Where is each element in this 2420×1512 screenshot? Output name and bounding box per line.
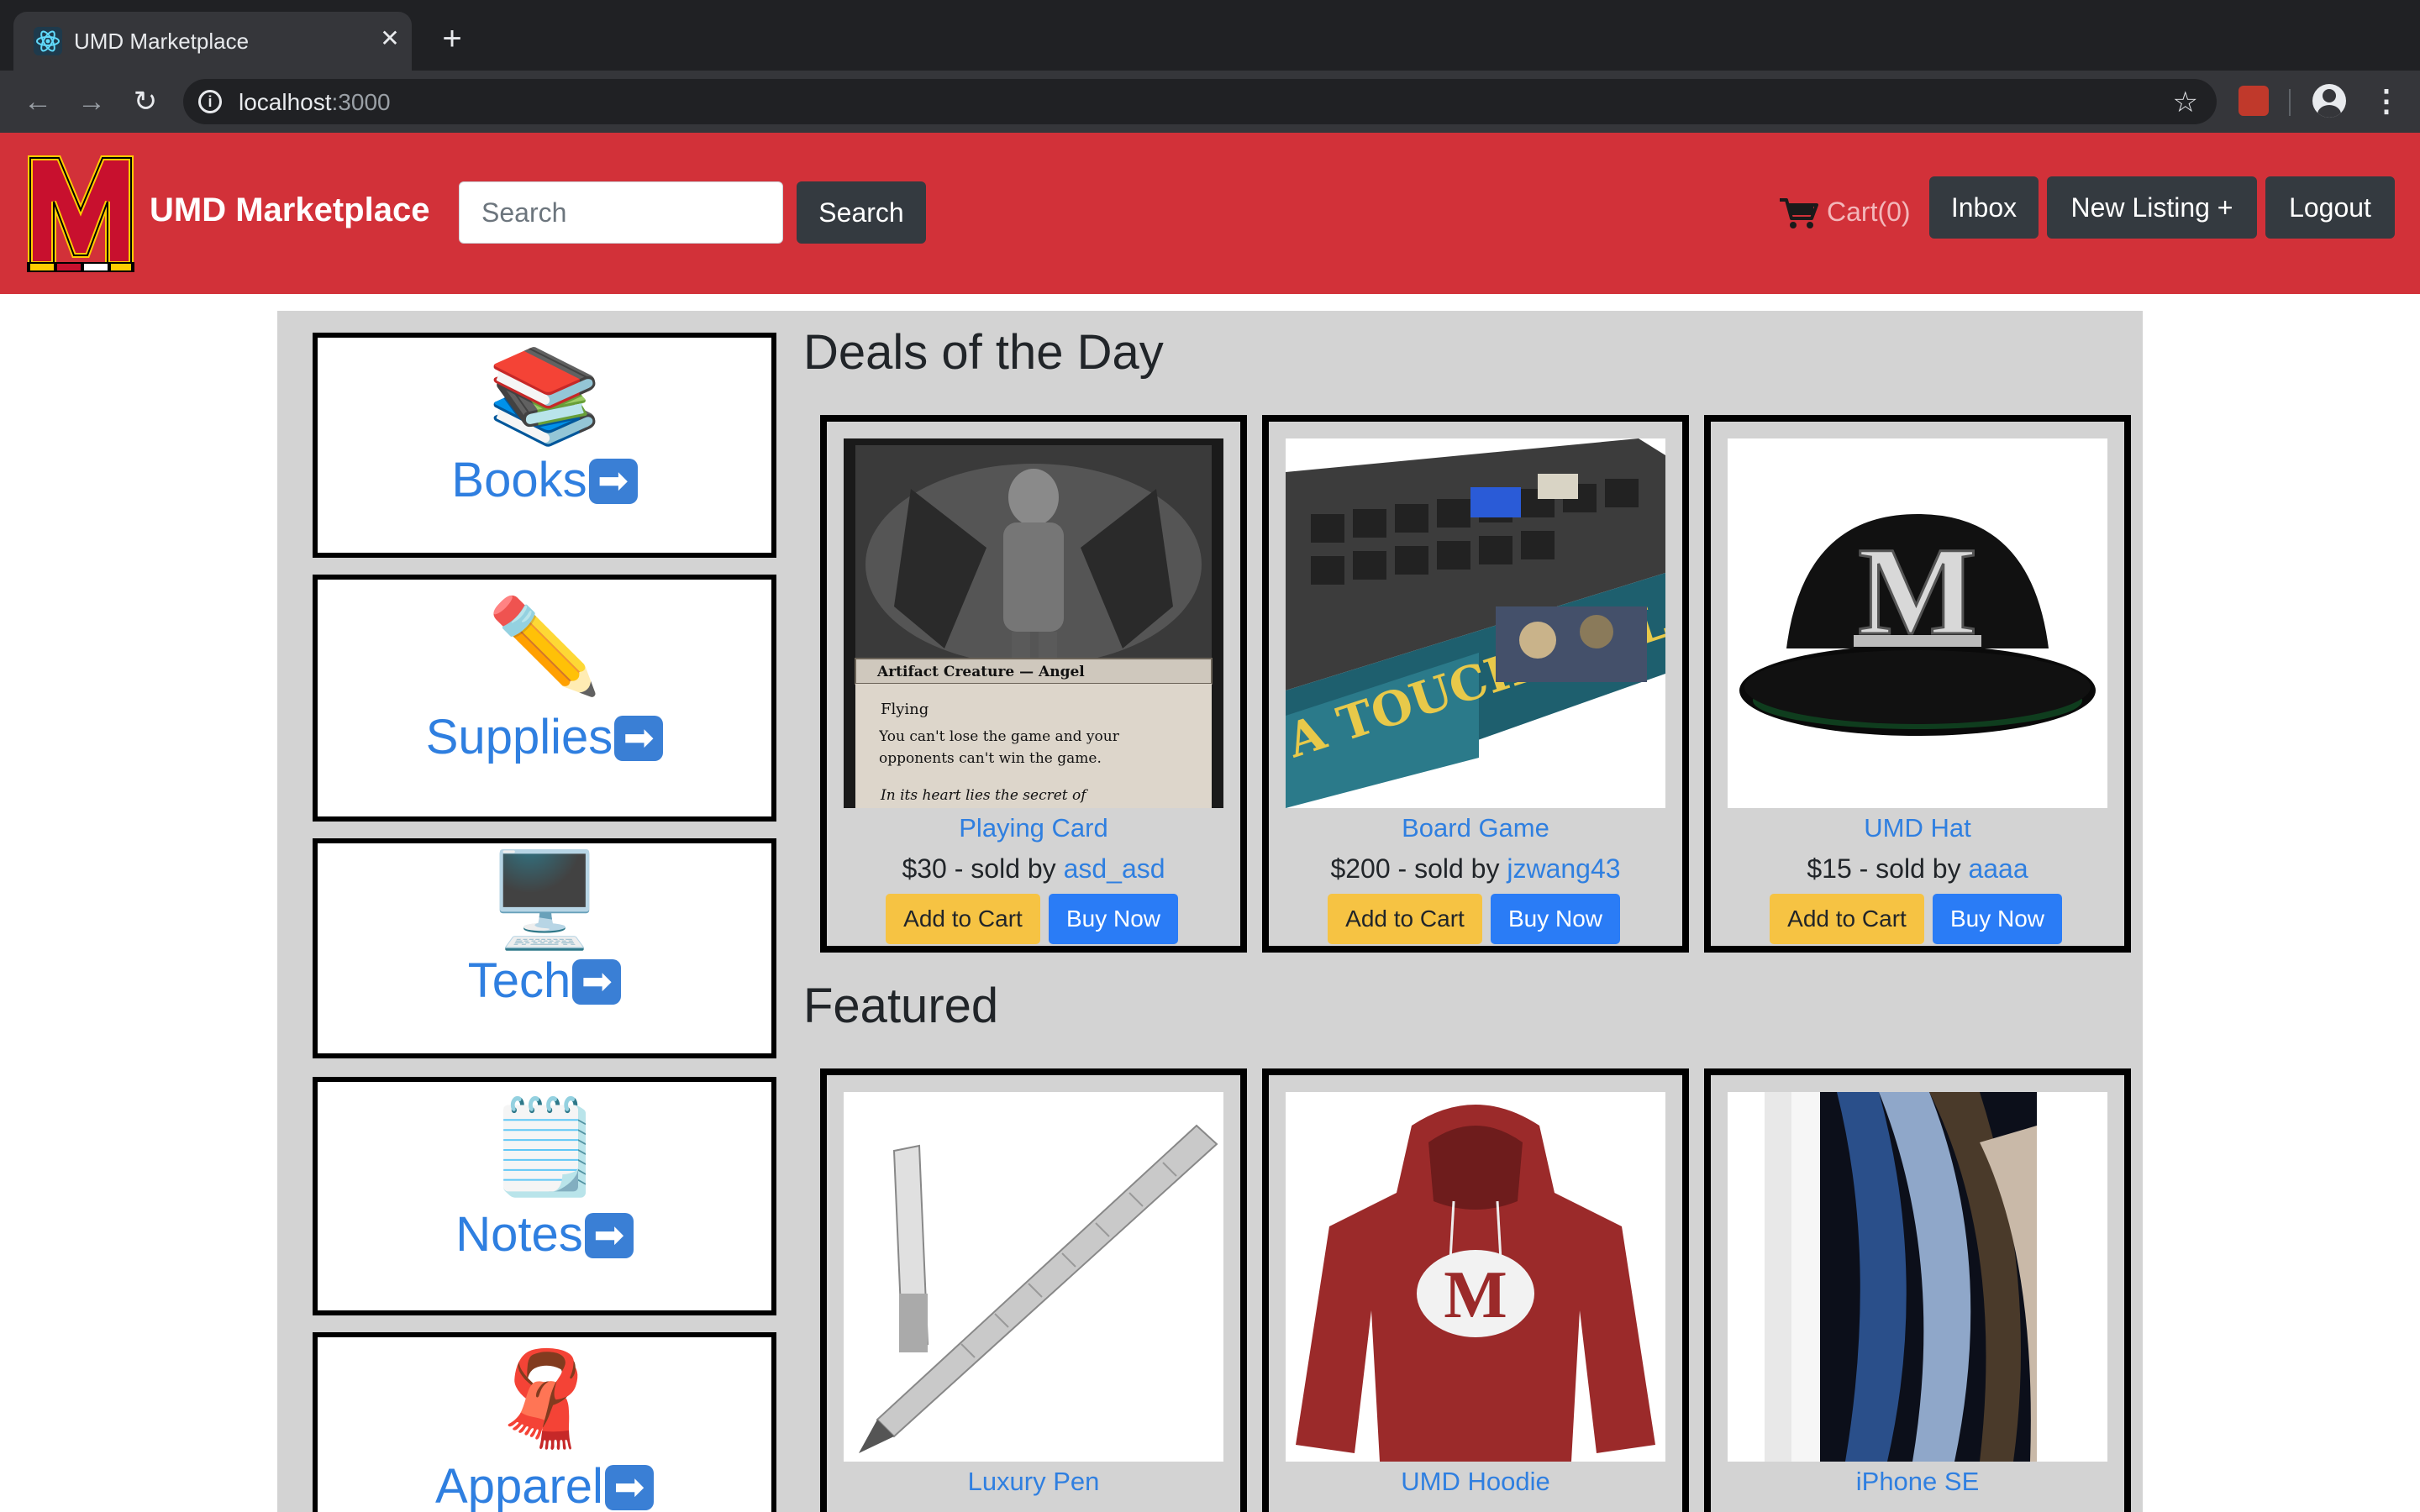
category-label: Apparel bbox=[435, 1459, 603, 1512]
tab-title: UMD Marketplace bbox=[74, 29, 250, 54]
search-input[interactable] bbox=[459, 181, 783, 244]
featured-heading: Featured bbox=[803, 979, 999, 1033]
add-to-cart-button[interactable]: Add to Cart bbox=[1770, 894, 1924, 944]
hoodie-logo-letter: M bbox=[1444, 1258, 1507, 1332]
tab-close-icon[interactable]: ✕ bbox=[375, 24, 405, 54]
umd-hoodie-image[interactable]: M bbox=[1286, 1092, 1665, 1462]
browser-tab[interactable]: UMD Marketplace ✕ bbox=[13, 12, 412, 71]
price-value: $15 bbox=[1807, 853, 1852, 884]
umd-hat-image[interactable]: M bbox=[1728, 438, 2107, 808]
umd-m-logo-icon[interactable] bbox=[27, 151, 134, 274]
inbox-button[interactable]: Inbox bbox=[1929, 176, 2039, 239]
right-arrow-icon: ➡ bbox=[572, 959, 622, 1005]
product-card: Luxury Pen bbox=[820, 1068, 1247, 1512]
product-name-link[interactable]: Playing Card bbox=[827, 813, 1240, 843]
card-ability-text: Flying bbox=[881, 701, 929, 718]
playing-card-image[interactable]: Artifact Creature — Angel Flying You can… bbox=[844, 438, 1223, 808]
category-label: Tech bbox=[467, 953, 571, 1008]
computer-icon: 🖥️ bbox=[487, 848, 602, 952]
product-card: M UMD Hoodie bbox=[1262, 1068, 1689, 1512]
url-text: localhost:3000 bbox=[239, 89, 391, 116]
product-price: $200 - sold by jzwang43 bbox=[1269, 853, 1682, 885]
url-host: localhost bbox=[239, 89, 332, 115]
react-favicon-icon bbox=[34, 27, 62, 55]
right-arrow-icon: ➡ bbox=[588, 459, 638, 504]
browser-tabstrip: UMD Marketplace ✕ + bbox=[0, 0, 2420, 71]
category-link-books[interactable]: Books ➡ bbox=[318, 452, 771, 508]
cart-label: Cart(0) bbox=[1827, 197, 1911, 227]
profile-avatar-icon[interactable] bbox=[2312, 84, 2346, 118]
luxury-pen-image[interactable] bbox=[844, 1092, 1223, 1462]
books-icon: 📚 bbox=[487, 344, 602, 448]
card-type-line: Artifact Creature — Angel bbox=[876, 664, 1085, 680]
product-name-link[interactable]: UMD Hat bbox=[1711, 813, 2124, 843]
iphone-se-image[interactable] bbox=[1728, 1092, 2107, 1462]
right-arrow-icon: ➡ bbox=[614, 716, 664, 761]
add-to-cart-button[interactable]: Add to Cart bbox=[886, 894, 1040, 944]
brand-title[interactable]: UMD Marketplace bbox=[150, 192, 429, 229]
deals-heading: Deals of the Day bbox=[803, 325, 1164, 380]
buy-now-button[interactable]: Buy Now bbox=[1933, 894, 2062, 944]
address-bar[interactable]: i localhost:3000 ☆ bbox=[183, 79, 2217, 124]
bookmark-star-icon[interactable]: ☆ bbox=[2173, 86, 2198, 119]
product-name-link[interactable]: iPhone SE bbox=[1711, 1467, 2124, 1497]
category-label: Books bbox=[451, 453, 587, 507]
notepad-icon: 🗒️ bbox=[487, 1095, 602, 1199]
product-name-link[interactable]: Luxury Pen bbox=[827, 1467, 1240, 1497]
pencil-icon: ✏️ bbox=[487, 595, 602, 698]
new-listing-button[interactable]: New Listing + bbox=[2047, 176, 2257, 239]
back-arrow-icon[interactable]: ← bbox=[20, 84, 55, 119]
category-card-apparel[interactable]: 🧣 Apparel ➡ bbox=[313, 1332, 776, 1512]
cart-icon bbox=[1780, 198, 1818, 228]
product-name-link[interactable]: UMD Hoodie bbox=[1269, 1467, 1682, 1497]
category-link-supplies[interactable]: Supplies ➡ bbox=[318, 709, 771, 765]
category-link-apparel[interactable]: Apparel ➡ bbox=[318, 1458, 771, 1512]
toolbar-divider bbox=[2289, 89, 2291, 116]
logout-button[interactable]: Logout bbox=[2265, 176, 2395, 239]
url-port: :3000 bbox=[331, 89, 391, 115]
sold-by-text: - sold by bbox=[946, 853, 1064, 884]
site-info-icon[interactable]: i bbox=[198, 90, 222, 113]
reload-icon[interactable]: ↻ bbox=[128, 84, 163, 119]
seller-link[interactable]: jzwang43 bbox=[1507, 853, 1620, 884]
price-value: $200 bbox=[1330, 853, 1391, 884]
extension-icon[interactable] bbox=[2238, 86, 2269, 116]
browser-toolbar: ← → ↻ i localhost:3000 ☆ ⋮ bbox=[0, 71, 2420, 133]
buy-now-button[interactable]: Buy Now bbox=[1049, 894, 1178, 944]
card-rules-text: You can't lose the game and your opponen… bbox=[879, 728, 1119, 767]
card-flavor-text: In its heart lies the secret of bbox=[880, 787, 1088, 804]
category-link-notes[interactable]: Notes ➡ bbox=[318, 1206, 771, 1263]
category-card-books[interactable]: 📚 Books ➡ bbox=[313, 333, 776, 558]
app-navbar: UMD Marketplace Search Cart(0) Inbox New… bbox=[0, 133, 2420, 294]
seller-link[interactable]: aaaa bbox=[1968, 853, 2028, 884]
product-price: $30 - sold by asd_asd bbox=[827, 853, 1240, 885]
product-card: Artifact Creature — Angel Flying You can… bbox=[820, 415, 1247, 953]
right-arrow-icon: ➡ bbox=[604, 1465, 654, 1510]
board-game-image[interactable]: A TOUCH EVIL bbox=[1286, 438, 1665, 808]
sold-by-text: - sold by bbox=[1851, 853, 1969, 884]
add-to-cart-button[interactable]: Add to Cart bbox=[1328, 894, 1482, 944]
buy-now-button[interactable]: Buy Now bbox=[1491, 894, 1620, 944]
category-link-tech[interactable]: Tech ➡ bbox=[318, 953, 771, 1009]
product-card: A TOUCH EVIL Board Game $200 - sold by j… bbox=[1262, 415, 1689, 953]
scarf-icon: 🧣 bbox=[487, 1347, 602, 1451]
forward-arrow-icon[interactable]: → bbox=[74, 84, 109, 119]
new-tab-icon[interactable]: + bbox=[435, 22, 469, 55]
sold-by-text: - sold by bbox=[1390, 853, 1507, 884]
category-label: Notes bbox=[455, 1207, 583, 1262]
right-arrow-icon: ➡ bbox=[584, 1213, 634, 1258]
product-card: iPhone SE bbox=[1704, 1068, 2131, 1512]
seller-link[interactable]: asd_asd bbox=[1064, 853, 1165, 884]
search-button[interactable]: Search bbox=[797, 181, 926, 244]
category-label: Supplies bbox=[425, 710, 613, 764]
price-value: $30 bbox=[902, 853, 947, 884]
category-card-tech[interactable]: 🖥️ Tech ➡ bbox=[313, 838, 776, 1058]
browser-menu-icon[interactable]: ⋮ bbox=[2371, 82, 2402, 119]
product-name-link[interactable]: Board Game bbox=[1269, 813, 1682, 843]
product-card: M UMD Hat $15 - sold by aaaa Add to Cart… bbox=[1704, 415, 2131, 953]
category-card-notes[interactable]: 🗒️ Notes ➡ bbox=[313, 1077, 776, 1315]
product-price: $15 - sold by aaaa bbox=[1711, 853, 2124, 885]
main-content: 📚 Books ➡ ✏️ Supplies ➡ 🖥️ Tech ➡ 🗒️ Notes ➡… bbox=[277, 311, 2143, 1512]
category-card-supplies[interactable]: ✏️ Supplies ➡ bbox=[313, 575, 776, 822]
